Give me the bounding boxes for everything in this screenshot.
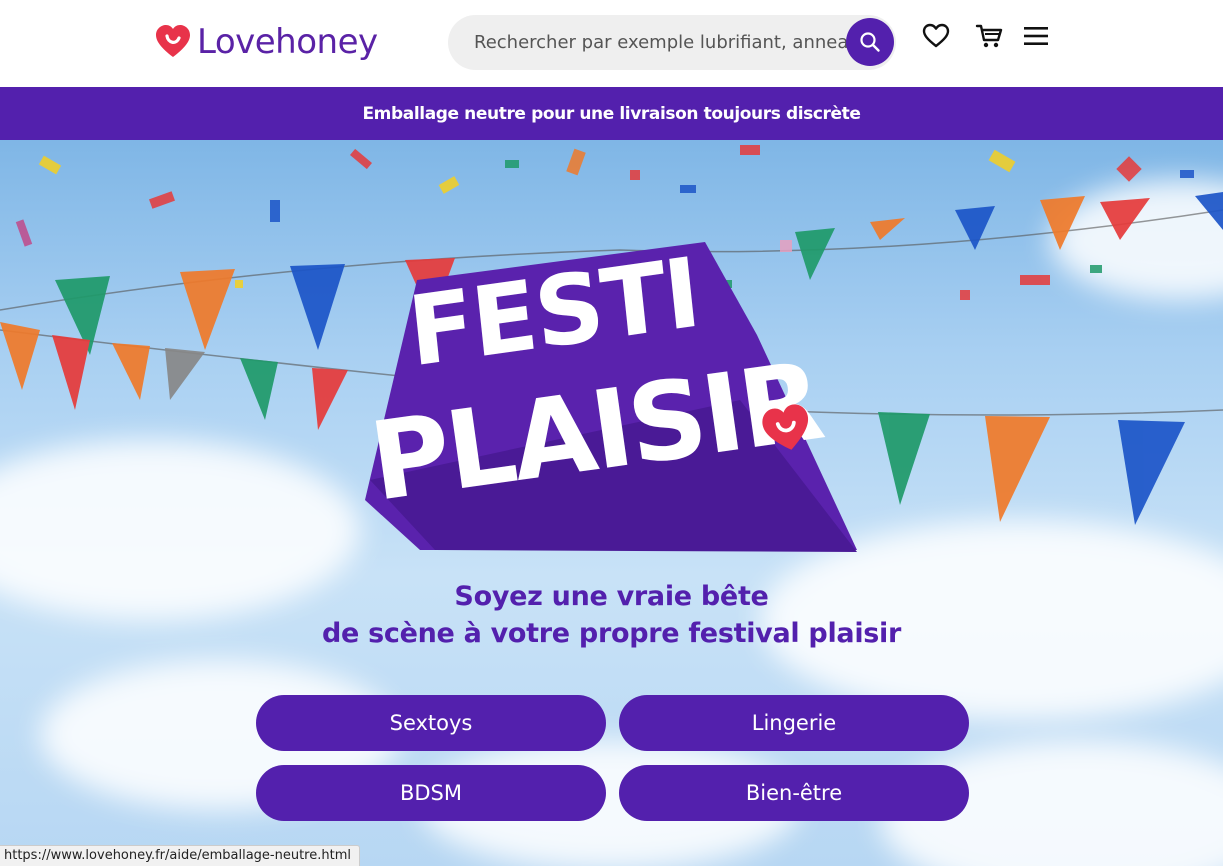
tagline-line-1: Soyez une vraie bête (454, 581, 769, 612)
logo-text: Lovehoney (197, 22, 378, 62)
search-bar (448, 15, 896, 70)
wishlist-button[interactable] (920, 20, 952, 52)
search-button[interactable] (846, 18, 894, 66)
cart-icon (975, 24, 1003, 48)
status-bar-url: https://www.lovehoney.fr/aide/emballage-… (0, 845, 360, 866)
menu-button[interactable] (1020, 20, 1052, 52)
category-button-bien-etre[interactable]: Bien-être (619, 765, 969, 821)
hero-section: FESTI PLAISIR Soyez une vraie bête de sc… (0, 140, 1223, 866)
site-header: Lovehoney (0, 0, 1223, 87)
category-button-sextoys[interactable]: Sextoys (256, 695, 606, 751)
heart-logo-icon (156, 25, 190, 57)
banner-text: Emballage neutre pour une livraison touj… (362, 103, 861, 124)
category-button-bdsm[interactable]: BDSM (256, 765, 606, 821)
hero-tagline: Soyez une vraie bête de scène à votre pr… (0, 578, 1223, 652)
search-icon (860, 32, 880, 52)
cart-button[interactable] (973, 20, 1005, 52)
promo-banner[interactable]: Emballage neutre pour une livraison touj… (0, 87, 1223, 140)
menu-icon (1024, 27, 1048, 45)
heart-icon (922, 23, 950, 48)
tagline-line-2: de scène à votre propre festival plaisir (321, 618, 902, 649)
logo[interactable]: Lovehoney (155, 20, 378, 64)
category-button-lingerie[interactable]: Lingerie (619, 695, 969, 751)
festi-plaisir-title: FESTI PLAISIR (365, 240, 857, 552)
search-input[interactable] (474, 15, 856, 70)
